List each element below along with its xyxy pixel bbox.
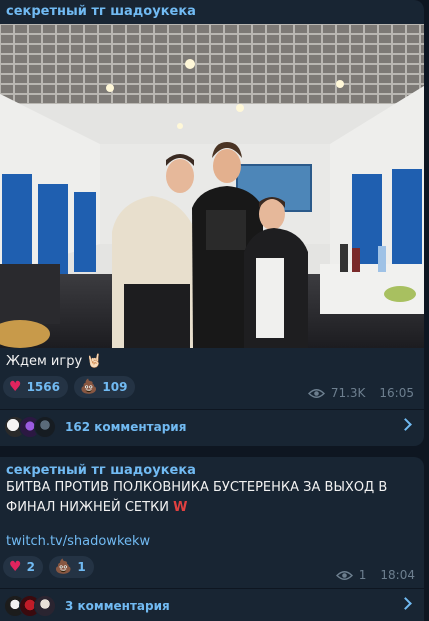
heart-icon: ♥ <box>9 379 22 395</box>
poop-icon: 💩 <box>54 559 73 575</box>
post-time: 16:05 <box>379 386 414 400</box>
views-eye-icon <box>335 570 353 580</box>
commenter-avatars <box>4 595 56 617</box>
reaction-heart[interactable]: ♥ 1566 <box>3 376 68 398</box>
reaction-count: 2 <box>26 560 35 574</box>
views-count: 71.3K <box>330 386 366 400</box>
comments-label: 3 комментария <box>65 599 170 613</box>
avatar <box>34 595 56 617</box>
reactions-bar: ♥ 1566 💩 109 <box>3 376 136 398</box>
channel-post: секретный тг шадоукека БИТВА ПРОТИВ ПОЛК… <box>0 457 424 621</box>
views-count: 1 <box>358 568 367 582</box>
poop-icon: 💩 <box>79 379 98 395</box>
channel-post: секретный тг шадоукека Ждем игру 🤘🏻 ♥ 15… <box>0 0 424 446</box>
reactions-bar: ♥ 2 💩 1 <box>3 556 94 578</box>
channel-name[interactable]: секретный тг шадоукека <box>6 4 196 19</box>
views-eye-icon <box>307 388 325 398</box>
commenter-avatars <box>4 416 56 438</box>
twitch-link[interactable]: twitch.tv/shadowkekw <box>6 534 150 549</box>
post-text: Ждем игру 🤘🏻 <box>6 354 103 369</box>
post-text: БИТВА ПРОТИВ ПОЛКОВНИКА БУСТЕРЕНКА ЗА ВЫ… <box>6 478 416 518</box>
heart-icon: ♥ <box>9 559 22 575</box>
comments-label: 162 комментария <box>65 420 187 434</box>
reaction-count: 109 <box>102 380 128 394</box>
chevron-right-icon <box>399 418 412 431</box>
reaction-heart[interactable]: ♥ 2 <box>3 556 43 578</box>
reaction-count: 1 <box>77 560 86 574</box>
post-text-body: БИТВА ПРОТИВ ПОЛКОВНИКА БУСТЕРЕНКА ЗА ВЫ… <box>6 480 388 515</box>
chevron-right-icon <box>399 597 412 610</box>
avatar <box>34 416 56 438</box>
reaction-count: 1566 <box>26 380 60 394</box>
channel-name[interactable]: секретный тг шадоукека <box>6 463 196 478</box>
post-photo[interactable] <box>0 24 424 348</box>
reaction-poop[interactable]: 💩 109 <box>73 376 136 398</box>
post-time: 18:04 <box>380 568 415 582</box>
w-emoji-mark: W <box>173 500 188 515</box>
post-meta: 71.3K 16:05 <box>307 386 414 400</box>
post-meta: 1 18:04 <box>335 568 415 582</box>
comments-button[interactable]: 3 комментария <box>0 589 424 621</box>
reaction-poop[interactable]: 💩 1 <box>48 556 94 578</box>
comments-button[interactable]: 162 комментария <box>0 410 424 444</box>
